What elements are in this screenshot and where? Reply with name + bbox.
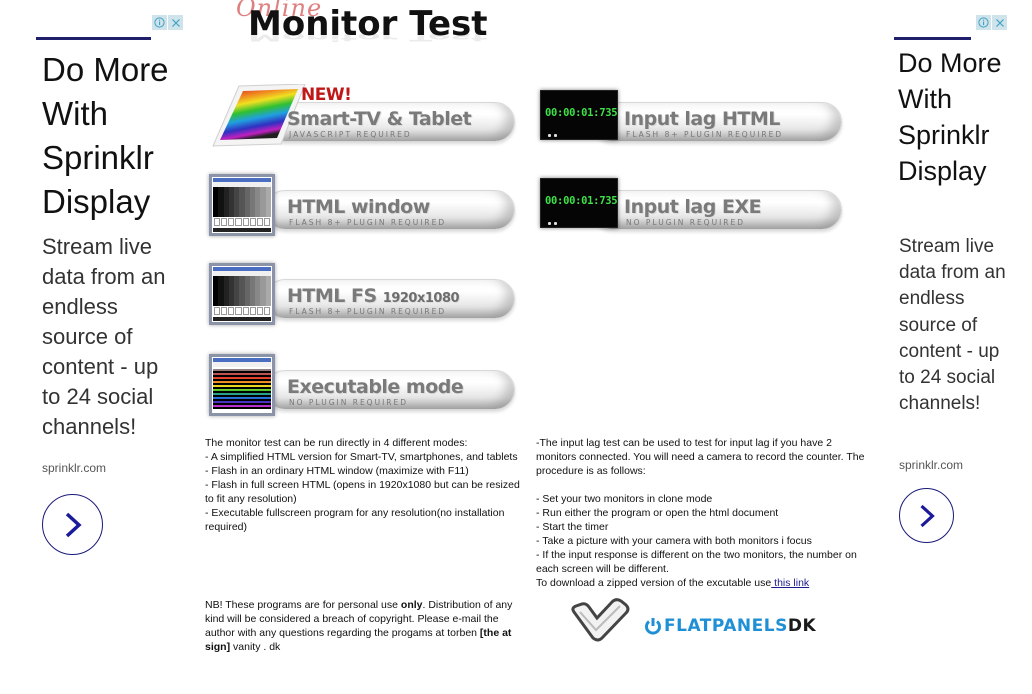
mode-label: Smart-TV & Tablet	[287, 108, 472, 130]
timer-icon: 00:00:01:735	[540, 178, 618, 228]
modes-description: The monitor test can be run directly in …	[205, 436, 525, 534]
flatpanelsdk-logo[interactable]: FLATPANELSDK	[566, 596, 846, 646]
mode-item: - Flash in full screen HTML (opens in 19…	[205, 479, 520, 505]
mode-item: - Executable fullscreen program for any …	[205, 507, 505, 533]
input-lag-description: -The input lag test can be used to test …	[536, 436, 871, 590]
download-line: To download a zipped version of the excu…	[536, 576, 871, 590]
title-reflection: Monitor Test	[248, 30, 488, 44]
ad-info-icon[interactable]	[152, 15, 167, 30]
mode-label: Executable mode	[287, 376, 464, 398]
executable-screenshot-icon	[209, 354, 275, 416]
mode-requirement: NO PLUGIN REQUIRED	[289, 398, 409, 407]
ad-divider	[36, 37, 151, 40]
procedure-step: - Take a picture with your camera with b…	[536, 535, 812, 547]
mode-button-html-window[interactable]: HTML window FLASH 8+ PLUGIN REQUIRED	[205, 168, 515, 238]
mode-requirement: FLASH 8+ PLUGIN REQUIRED	[626, 130, 784, 139]
mode-label: Input lag EXE	[624, 196, 762, 218]
mode-requirement: FLASH 8+ PLUGIN REQUIRED	[289, 218, 447, 227]
new-badge: NEW!	[301, 85, 352, 105]
notice-text: NB! These programs are for personal use	[205, 599, 401, 611]
ad-domain[interactable]: sprinklr.com	[42, 461, 106, 475]
mode-button-input-lag-html[interactable]: 00:00:01:735 Input lag HTML FLASH 8+ PLU…	[532, 80, 842, 150]
ad-headline[interactable]: Do More With Sprinklr Display	[898, 45, 1008, 189]
modes-intro: The monitor test can be run directly in …	[205, 437, 468, 449]
notice-text: vanity . dk	[230, 641, 281, 653]
window-screenshot-icon	[209, 263, 275, 325]
mode-item: - A simplified HTML version for Smart-TV…	[205, 451, 518, 463]
mode-button-executable[interactable]: Executable mode NO PLUGIN REQUIRED	[205, 348, 515, 418]
page-title: Online Monitor Test Monitor Test	[232, 0, 512, 70]
ad-body: Stream live data from an endless source …	[899, 236, 1006, 415]
ad-divider	[894, 37, 971, 40]
procedure-step: - Run either the program or open the htm…	[536, 507, 779, 519]
logo-text: FLATPANELSDK	[664, 616, 816, 636]
mode-label: HTML window	[287, 196, 430, 218]
mode-requirement: JAVASCRIPT REQUIRED	[289, 130, 412, 139]
ad-close-icon[interactable]	[168, 15, 183, 30]
mode-button-smart-tv[interactable]: NEW! Smart-TV & Tablet JAVASCRIPT REQUIR…	[205, 80, 515, 150]
mode-button-input-lag-exe[interactable]: 00:00:01:735 Input lag EXE NO PLUGIN REQ…	[532, 168, 842, 238]
procedure-step: - Set your two monitors in clone mode	[536, 493, 713, 505]
mode-label-resolution: 1920x1080	[382, 291, 460, 306]
timer-icon: 00:00:01:735	[540, 90, 618, 140]
ad-controls	[152, 15, 183, 30]
mode-label: Input lag HTML	[624, 108, 780, 130]
copyright-notice: NB! These programs are for personal use …	[205, 598, 530, 654]
ad-body: Stream live data from an endless source …	[42, 234, 166, 439]
download-text: To download a zipped version of the excu…	[536, 577, 772, 589]
checkmark-logo-icon	[571, 598, 630, 642]
power-icon	[645, 618, 661, 635]
ad-headline[interactable]: Do More With Sprinklr Display	[42, 48, 187, 224]
procedure-step: - Start the timer	[536, 521, 609, 533]
ad-controls	[976, 15, 1007, 30]
download-link[interactable]: this link	[771, 577, 809, 589]
logo-brand: FLATPANELS	[664, 616, 788, 636]
ad-close-icon[interactable]	[992, 15, 1007, 30]
timer-value: 00:00:01:735	[545, 107, 618, 119]
ad-cta-button[interactable]	[899, 488, 954, 543]
ad-cta-button[interactable]	[42, 494, 103, 555]
mode-item: - Flash in an ordinary HTML window (maxi…	[205, 465, 469, 477]
chevron-right-icon	[65, 512, 82, 537]
mode-requirement: FLASH 8+ PLUGIN REQUIRED	[289, 307, 447, 316]
procedure-step: - If the input response is different on …	[536, 549, 857, 575]
logo-suffix: DK	[787, 616, 817, 636]
timer-value: 00:00:01:735	[545, 195, 618, 207]
mode-label: HTML FS 1920x1080	[287, 285, 460, 307]
mode-label-main: HTML FS	[287, 285, 377, 307]
mode-button-html-fs[interactable]: HTML FS 1920x1080 FLASH 8+ PLUGIN REQUIR…	[205, 257, 515, 327]
ad-info-icon[interactable]	[976, 15, 991, 30]
notice-emphasis: only	[400, 599, 423, 611]
window-screenshot-icon	[209, 174, 275, 236]
ad-domain[interactable]: sprinklr.com	[899, 458, 963, 472]
input-lag-intro: -The input lag test can be used to test …	[536, 437, 865, 477]
mode-requirement: NO PLUGIN REQUIRED	[626, 218, 746, 227]
chevron-right-icon	[919, 504, 935, 527]
